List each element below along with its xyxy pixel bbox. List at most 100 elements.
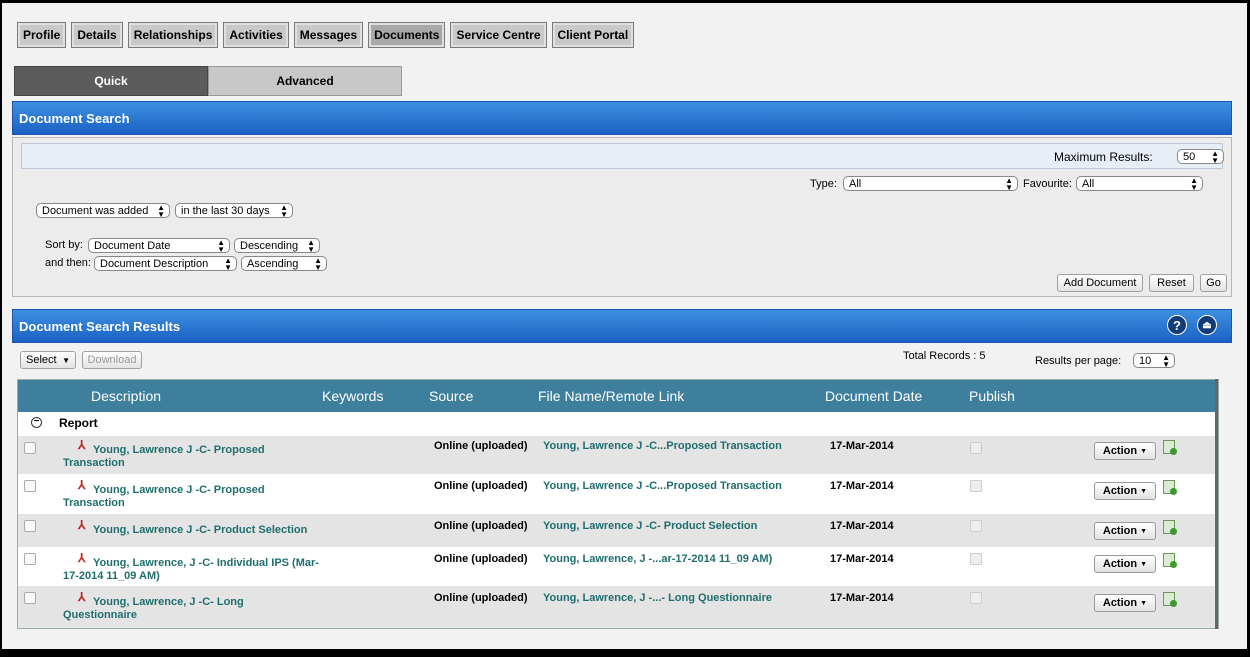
col-source[interactable]: Source <box>429 388 473 404</box>
file-link[interactable]: Young, Lawrence J -C...Proposed Transact… <box>543 480 782 492</box>
action-button[interactable]: Action ▼ <box>1094 482 1156 500</box>
tab-profile[interactable]: Profile <box>17 22 67 48</box>
table-row: ⅄ Young, Lawrence, J -C- Long Questionna… <box>18 586 1218 628</box>
document-link[interactable]: Young, Lawrence, J -C- Individual IPS (M… <box>93 557 319 570</box>
file-link[interactable]: Young, Lawrence, J -...- Long Questionna… <box>543 592 772 604</box>
add-document-button[interactable]: Add Document <box>1057 274 1143 292</box>
col-keywords[interactable]: Keywords <box>322 388 383 404</box>
stepper-icon: ▲ ▼ <box>217 237 225 254</box>
search-mode-tabs: Quick Advanced <box>14 66 402 96</box>
chevron-down-icon: ▼ <box>62 355 70 365</box>
document-link[interactable]: Young, Lawrence J -C- Proposed <box>93 444 265 457</box>
tab-advanced[interactable]: Advanced <box>208 66 402 96</box>
file-link[interactable]: Young, Lawrence, J -...ar-17-2014 11_09 … <box>543 553 772 565</box>
document-add-icon[interactable] <box>1163 440 1177 455</box>
document-link-cont[interactable]: 17-2014 11_09 AM) <box>63 570 160 583</box>
tab-activities[interactable]: Activities <box>223 22 289 48</box>
then-by-label: and then: <box>45 257 91 269</box>
tab-details[interactable]: Details <box>71 22 123 48</box>
download-button[interactable]: Download <box>82 351 142 369</box>
stepper-icon: ▲ ▼ <box>307 237 315 254</box>
date-filter-range-select[interactable]: in the last 30 days ▲ ▼ <box>175 203 293 218</box>
row-checkbox[interactable] <box>24 442 36 454</box>
table-scrollbar[interactable] <box>1215 379 1218 629</box>
chevron-down-icon: ▼ <box>1140 560 1148 568</box>
max-results-label: Maximum Results: <box>1054 150 1153 164</box>
stepper-icon: ▲ ▼ <box>1190 175 1198 192</box>
tab-service-centre[interactable]: Service Centre <box>450 22 547 48</box>
action-button[interactable]: Action ▼ <box>1094 594 1156 612</box>
publish-checkbox <box>970 520 982 532</box>
help-icon[interactable]: ? <box>1167 315 1187 335</box>
document-link-cont[interactable]: Transaction <box>63 457 125 470</box>
sort-by-field-select[interactable]: Document Date ▲ ▼ <box>88 238 230 253</box>
favourite-select[interactable]: All ▲ ▼ <box>1076 176 1203 191</box>
document-search-title: Document Search <box>19 110 130 126</box>
source: Online (uploaded) <box>434 480 528 492</box>
row-checkbox[interactable] <box>24 520 36 532</box>
sort-by-order-select[interactable]: Descending ▲ ▼ <box>234 238 320 253</box>
results-table: Description Keywords Source File Name/Re… <box>17 379 1219 629</box>
action-button[interactable]: Action ▼ <box>1094 442 1156 460</box>
col-file-name[interactable]: File Name/Remote Link <box>538 388 684 404</box>
col-publish[interactable]: Publish <box>969 388 1015 404</box>
row-checkbox[interactable] <box>24 592 36 604</box>
table-row: ⅄ Young, Lawrence J -C- Proposed Transac… <box>18 436 1218 474</box>
file-link[interactable]: Young, Lawrence J -C- Product Selection <box>543 520 757 532</box>
document-add-icon[interactable] <box>1163 480 1177 495</box>
file-link[interactable]: Young, Lawrence J -C...Proposed Transact… <box>543 440 782 452</box>
row-checkbox[interactable] <box>24 480 36 492</box>
document-link[interactable]: Young, Lawrence, J -C- Long <box>93 596 244 609</box>
pdf-icon: ⅄ <box>78 590 86 604</box>
group-row: − Report <box>18 412 1218 436</box>
type-label: Type: <box>810 178 837 190</box>
document-link-cont[interactable]: Questionnaire <box>63 609 137 622</box>
favourite-label: Favourite: <box>1023 178 1072 190</box>
select-menu-button[interactable]: Select ▼ <box>20 351 76 369</box>
document-add-icon[interactable] <box>1163 592 1177 607</box>
reset-button[interactable]: Reset <box>1149 274 1194 292</box>
tab-messages[interactable]: Messages <box>293 22 364 48</box>
collapse-icon[interactable]: − <box>31 417 42 428</box>
document-link[interactable]: Young, Lawrence J -C- Product Selection <box>93 524 307 537</box>
stepper-icon: ▲ ▼ <box>280 202 288 219</box>
document-add-icon[interactable] <box>1163 553 1177 568</box>
document-date: 17-Mar-2014 <box>830 553 894 565</box>
then-by-order-select[interactable]: Ascending ▲ ▼ <box>241 256 327 271</box>
total-records: Total Records : 5 <box>903 350 986 362</box>
then-by-field-select[interactable]: Document Description ▲ ▼ <box>94 256 237 271</box>
results-per-page-label: Results per page: <box>1035 355 1122 367</box>
col-description[interactable]: Description <box>91 388 161 404</box>
tab-client-portal[interactable]: Client Portal <box>551 22 635 48</box>
date-filter-field-select[interactable]: Document was added ▲ ▼ <box>36 203 170 218</box>
tab-documents[interactable]: Documents <box>368 22 446 48</box>
eject-collapse-icon[interactable]: ⏏ <box>1197 315 1217 335</box>
chevron-down-icon: ▼ <box>1140 447 1148 455</box>
tab-quick[interactable]: Quick <box>14 66 208 96</box>
document-date: 17-Mar-2014 <box>830 592 894 604</box>
table-row: ⅄ Young, Lawrence, J -C- Individual IPS … <box>18 547 1218 586</box>
action-button[interactable]: Action ▼ <box>1094 522 1156 540</box>
max-results-bar: Maximum Results: 50 ▲ ▼ <box>21 143 1224 169</box>
pdf-icon: ⅄ <box>78 438 86 452</box>
go-button[interactable]: Go <box>1200 274 1227 292</box>
pdf-icon: ⅄ <box>78 478 86 492</box>
tab-relationships[interactable]: Relationships <box>127 22 219 48</box>
source: Online (uploaded) <box>434 592 528 604</box>
row-checkbox[interactable] <box>24 553 36 565</box>
table-row: ⅄ Young, Lawrence J -C- Proposed Transac… <box>18 474 1218 514</box>
document-link[interactable]: Young, Lawrence J -C- Proposed <box>93 484 265 497</box>
document-search-header: Document Search <box>12 101 1232 135</box>
max-results-select[interactable]: 50 ▲ ▼ <box>1177 149 1224 164</box>
document-link-cont[interactable]: Transaction <box>63 497 125 510</box>
publish-checkbox <box>970 480 982 492</box>
document-add-icon[interactable] <box>1163 520 1177 535</box>
results-title: Document Search Results <box>19 318 181 334</box>
pdf-icon: ⅄ <box>78 551 86 565</box>
action-button[interactable]: Action ▼ <box>1094 555 1156 573</box>
source: Online (uploaded) <box>434 520 528 532</box>
results-per-page-select[interactable]: 10 ▲ ▼ <box>1133 353 1175 368</box>
col-document-date[interactable]: Document Date <box>825 388 922 404</box>
stepper-icon: ▲ ▼ <box>224 255 232 272</box>
type-select[interactable]: All ▲ ▼ <box>843 176 1018 191</box>
